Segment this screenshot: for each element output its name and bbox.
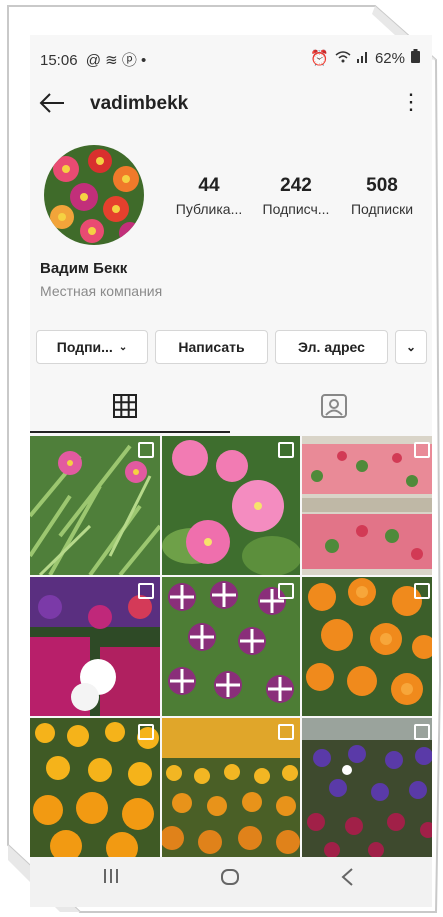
stat-following[interactable]: 508 Подписки xyxy=(338,175,426,217)
status-time: 15:06 xyxy=(40,52,78,69)
wifi-icon xyxy=(335,50,351,67)
message-button-label: Написать xyxy=(178,339,245,355)
email-button-label: Эл. адрес xyxy=(298,339,365,355)
stat-following-label: Подписки xyxy=(350,201,414,217)
follow-button[interactable]: Подпи... ⌄ xyxy=(36,330,148,364)
grid-post-3[interactable] xyxy=(302,436,432,575)
profile-tabs xyxy=(30,385,432,433)
multi-photo-icon xyxy=(414,724,430,740)
profile-category: Местная компания xyxy=(40,283,163,299)
grid-post-6[interactable] xyxy=(302,577,432,716)
multi-photo-icon xyxy=(414,442,430,458)
grid-post-1[interactable] xyxy=(30,436,160,575)
email-button[interactable]: Эл. адрес xyxy=(275,330,388,364)
profile-username: vadimbekk xyxy=(90,93,189,114)
stat-following-count: 508 xyxy=(366,175,398,196)
alarm-icon: ⏰ xyxy=(310,50,329,67)
multi-photo-icon xyxy=(278,583,294,599)
stat-followers[interactable]: 242 Подписч... xyxy=(252,175,340,217)
battery-percent: 62% xyxy=(374,49,405,67)
stat-followers-count: 242 xyxy=(280,175,312,196)
stat-posts-label: Публика... xyxy=(175,201,243,217)
chevron-down-icon: ⌄ xyxy=(118,341,128,353)
status-bar: 15:06 @ ≋ ⓟ • ⏰ 62% xyxy=(30,35,432,80)
multi-photo-icon xyxy=(138,724,154,740)
multi-photo-icon xyxy=(278,442,294,458)
multi-photo-icon xyxy=(138,442,154,458)
back-icon[interactable] xyxy=(340,867,354,893)
grid-post-7[interactable] xyxy=(30,718,160,857)
stat-posts[interactable]: 44 Публика... xyxy=(165,175,253,217)
battery-icon xyxy=(411,49,420,67)
stat-followers-label: Подписч... xyxy=(262,201,330,217)
multi-photo-icon xyxy=(278,724,294,740)
multi-photo-icon xyxy=(414,583,430,599)
signal-icon xyxy=(356,50,369,67)
home-icon[interactable] xyxy=(220,867,240,893)
follow-button-label: Подпи... xyxy=(56,339,113,355)
message-button[interactable]: Написать xyxy=(155,330,268,364)
grid-post-8[interactable] xyxy=(162,718,300,857)
stat-posts-count: 44 xyxy=(198,175,220,196)
tagged-photos-icon[interactable] xyxy=(320,393,348,424)
posts-grid xyxy=(30,436,432,857)
suggested-dropdown-button[interactable]: ⌄ xyxy=(395,330,427,364)
profile-top-bar: vadimbekk ⋮ xyxy=(30,87,432,123)
multi-photo-icon xyxy=(138,583,154,599)
recent-apps-icon[interactable] xyxy=(102,867,120,891)
grid-view-icon[interactable] xyxy=(112,393,138,424)
avatar[interactable] xyxy=(44,145,144,245)
chevron-down-icon: ⌄ xyxy=(405,340,417,354)
android-nav-bar xyxy=(30,857,432,907)
grid-post-4[interactable] xyxy=(30,577,160,716)
grid-post-2[interactable] xyxy=(162,436,300,575)
more-options-icon[interactable]: ⋮ xyxy=(400,91,422,113)
grid-post-5[interactable] xyxy=(162,577,300,716)
active-tab-indicator xyxy=(30,431,230,433)
notification-icons: @ ≋ ⓟ • xyxy=(85,52,147,69)
grid-post-9[interactable] xyxy=(302,718,432,857)
profile-name: Вадим Бекк xyxy=(40,260,128,277)
back-arrow-icon[interactable] xyxy=(38,91,66,115)
phone-screen: 15:06 @ ≋ ⓟ • ⏰ 62% vadimbekk ⋮ 44 Публи… xyxy=(30,35,432,907)
